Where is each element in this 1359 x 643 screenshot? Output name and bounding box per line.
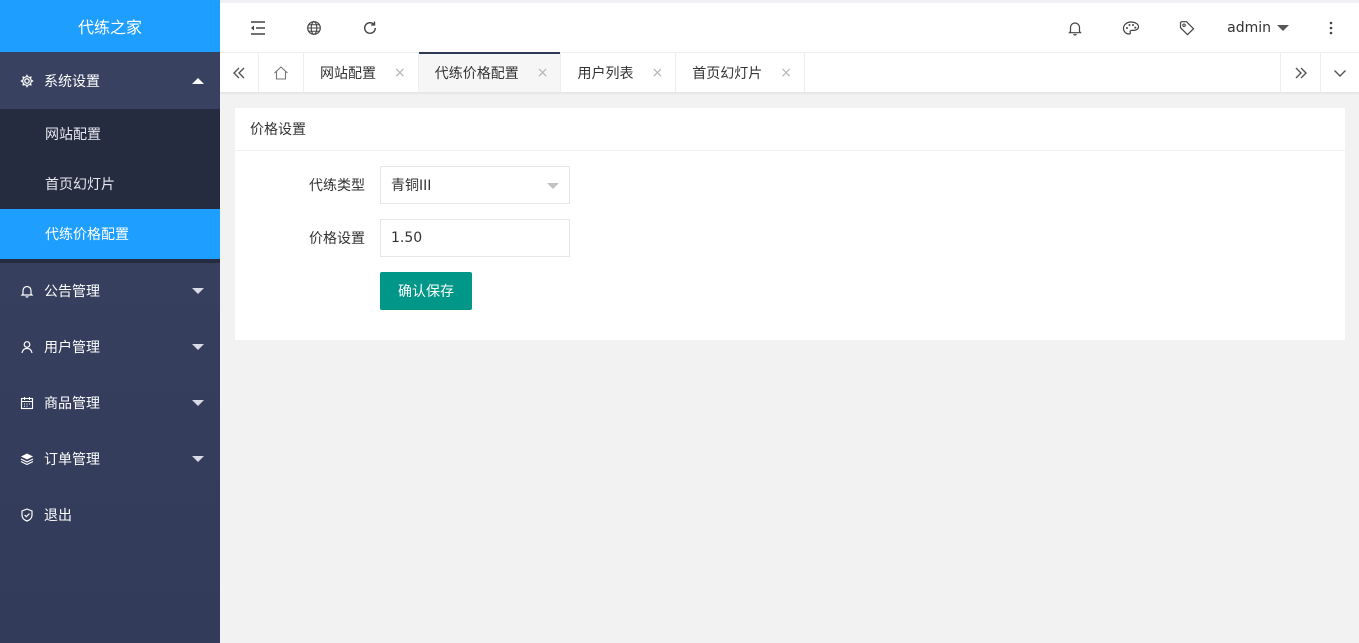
sidebar: 代练之家 系统设置 网站配置 首页幻灯片 代练价格配置 公告管理 用户管理 商品…	[0, 0, 220, 643]
more-button[interactable]	[1303, 3, 1359, 52]
tabs-scroll-right-button[interactable]	[1280, 53, 1320, 92]
caret-down-icon	[1277, 24, 1289, 31]
menu-fold-button[interactable]	[230, 3, 286, 52]
sidebar-group-label: 订单管理	[44, 452, 100, 468]
theme-button[interactable]	[1103, 3, 1159, 52]
card-title: 价格设置	[250, 122, 306, 138]
tabs-spacer	[805, 53, 1280, 92]
user-icon	[20, 340, 34, 354]
price-input[interactable]	[380, 219, 570, 257]
save-button[interactable]: 确认保存	[380, 272, 472, 310]
chevron-up-icon	[192, 77, 204, 84]
sidebar-item-label: 代练价格配置	[45, 227, 129, 243]
layers-icon	[20, 452, 34, 466]
shield-check-icon	[20, 508, 34, 522]
tab-price-config[interactable]: 代练价格配置 ×	[418, 52, 562, 92]
app-logo[interactable]: 代练之家	[0, 0, 220, 52]
tab-label: 用户列表	[577, 65, 634, 82]
sidebar-submenu: 网站配置 首页幻灯片 代练价格配置	[0, 109, 220, 263]
tab-home[interactable]	[259, 53, 304, 92]
sidebar-item-home-slides[interactable]: 首页幻灯片	[0, 159, 220, 209]
sidebar-group-orders[interactable]: 订单管理	[0, 431, 220, 487]
tag-icon	[1179, 20, 1195, 36]
close-icon[interactable]: ×	[394, 65, 406, 81]
header-right: admin	[1047, 3, 1359, 52]
gear-icon	[20, 74, 34, 88]
tab-label: 网站配置	[320, 65, 376, 82]
sidebar-group-users[interactable]: 用户管理	[0, 319, 220, 375]
price-settings-card: 价格设置 代练类型 青铜III 价格设置 确认保存	[235, 108, 1345, 340]
bell-icon	[1067, 20, 1083, 36]
username: admin	[1227, 19, 1271, 36]
sidebar-group-label: 公告管理	[44, 284, 100, 300]
sidebar-group-label: 用户管理	[44, 340, 100, 356]
card-header: 价格设置	[235, 108, 1345, 151]
sidebar-group-products[interactable]: 商品管理	[0, 375, 220, 431]
website-button[interactable]	[286, 3, 342, 52]
sidebar-group-label: 商品管理	[44, 396, 100, 412]
sidebar-item-label: 网站配置	[45, 127, 101, 143]
palette-icon	[1122, 20, 1140, 36]
tab-site-config[interactable]: 网站配置 ×	[304, 53, 419, 92]
tab-label: 代练价格配置	[434, 65, 519, 82]
menu-fold-icon	[249, 20, 267, 36]
sidebar-item-logout[interactable]: 退出	[0, 487, 220, 543]
chevron-down-icon	[192, 344, 204, 350]
price-label: 价格设置	[309, 231, 365, 247]
chevron-down-icon	[1333, 66, 1347, 80]
sidebar-group-system-settings[interactable]: 系统设置	[0, 52, 220, 109]
chevron-down-icon	[192, 456, 204, 462]
user-menu[interactable]: admin	[1215, 3, 1303, 52]
sidebar-group-label: 退出	[44, 508, 72, 524]
double-chevron-right-icon	[1294, 66, 1308, 80]
form-row-price: 价格设置	[235, 219, 570, 257]
close-icon[interactable]: ×	[537, 65, 549, 81]
sidebar-group-announcements[interactable]: 公告管理	[0, 263, 220, 319]
tab-bar: 网站配置 × 代练价格配置 × 用户列表 × 首页幻灯片 ×	[220, 52, 1359, 93]
tab-user-list[interactable]: 用户列表 ×	[561, 53, 677, 92]
home-icon	[273, 65, 289, 81]
tabs-scroll-left-button[interactable]	[220, 53, 259, 92]
double-chevron-left-icon	[232, 66, 246, 80]
close-icon[interactable]: ×	[651, 65, 663, 81]
sidebar-group-label: 系统设置	[44, 73, 100, 90]
tab-home-slides[interactable]: 首页幻灯片 ×	[676, 53, 805, 92]
chevron-down-icon	[192, 400, 204, 406]
close-icon[interactable]: ×	[780, 65, 792, 81]
notifications-button[interactable]	[1047, 3, 1103, 52]
tabs-menu-button[interactable]	[1320, 53, 1359, 92]
refresh-button[interactable]	[342, 3, 398, 52]
globe-icon	[306, 20, 322, 36]
dropdown-arrow-icon	[547, 183, 559, 189]
type-select[interactable]: 青铜III	[380, 166, 570, 204]
type-label: 代练类型	[309, 178, 365, 194]
tab-label: 首页幻灯片	[692, 65, 763, 82]
sidebar-item-site-config[interactable]: 网站配置	[0, 109, 220, 159]
sidebar-item-price-config[interactable]: 代练价格配置	[0, 209, 220, 259]
form-row-actions: 确认保存	[380, 272, 472, 310]
more-vertical-icon	[1329, 21, 1333, 35]
chevron-down-icon	[192, 288, 204, 294]
bell-icon	[20, 284, 34, 298]
top-header: admin	[220, 0, 1359, 52]
calendar-icon	[20, 396, 34, 410]
sidebar-item-label: 首页幻灯片	[45, 177, 115, 193]
type-select-value: 青铜III	[391, 178, 432, 194]
tag-button[interactable]	[1159, 3, 1215, 52]
form-row-type: 代练类型 青铜III	[235, 166, 570, 204]
refresh-icon	[362, 20, 378, 36]
app-title: 代练之家	[77, 18, 142, 37]
